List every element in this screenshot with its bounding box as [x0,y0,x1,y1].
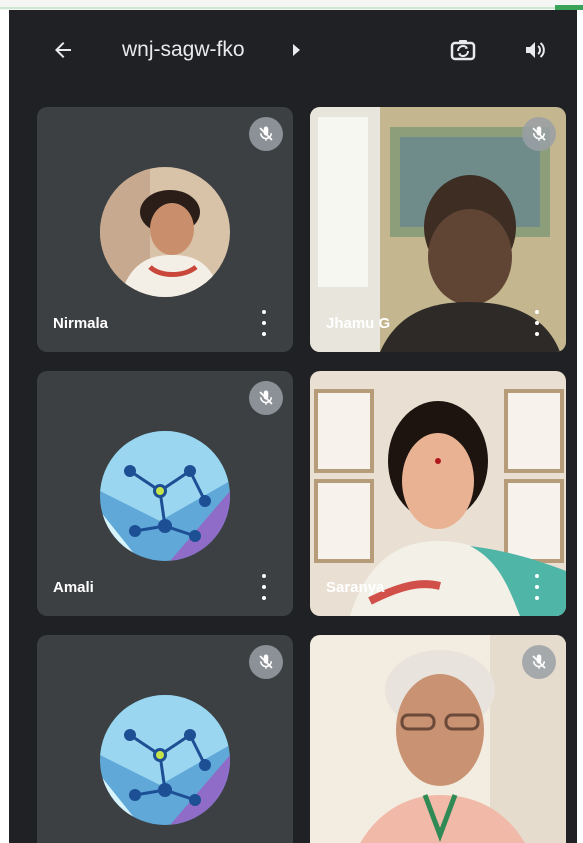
switch-camera-icon [450,40,476,61]
more-options-button[interactable] [259,574,269,600]
top-bar: wnj-sagw-fko [9,10,577,90]
more-options-button[interactable] [532,574,542,600]
participant-name: Jhamu G [326,315,391,332]
mic-off-icon [532,126,546,141]
top-accent-strip [0,0,583,10]
participant-tile[interactable]: Saranya [310,371,566,616]
participant-tile[interactable] [37,635,293,843]
mic-off-icon [532,654,546,669]
more-vert-icon [535,574,539,578]
meet-screen: wnj-sagw-fko Nirmala Jhamu G Amali Saran… [9,10,577,843]
caret-right-icon[interactable] [292,43,302,62]
accent-line [0,7,583,9]
more-vert-icon [535,310,539,314]
avatar [100,431,230,561]
mute-indicator [249,645,283,679]
participant-tile[interactable]: Jhamu G [310,107,566,352]
participant-tile[interactable]: Nirmala [37,107,293,352]
more-options-button[interactable] [259,310,269,336]
mic-off-icon [259,390,273,405]
audio-output-button[interactable] [515,30,555,70]
mute-indicator [249,117,283,151]
participant-tile[interactable] [310,635,566,843]
participant-name: Saranya [326,579,385,596]
avatar [100,695,230,825]
more-vert-icon [262,574,266,578]
participant-name: Nirmala [53,315,109,332]
more-options-button[interactable] [532,310,542,336]
participant-tile[interactable]: Amali [37,371,293,616]
mute-indicator [522,645,556,679]
participant-name: Amali [53,579,94,596]
more-vert-icon [262,310,266,314]
mute-indicator [522,117,556,151]
arrow-left-icon [55,42,71,58]
mic-off-icon [259,654,273,669]
switch-camera-button[interactable] [443,30,483,70]
mic-off-icon [259,126,273,141]
back-button[interactable] [45,32,81,68]
mute-indicator [249,381,283,415]
avatar [100,167,230,297]
meeting-code[interactable]: wnj-sagw-fko [122,38,245,62]
speaker-icon [526,42,545,58]
